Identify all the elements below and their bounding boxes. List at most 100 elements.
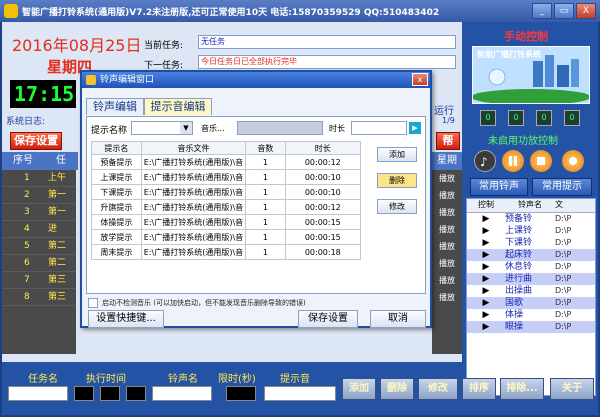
table-row[interactable]: 8 第三 — [2, 289, 76, 306]
col-file: 文 — [555, 200, 563, 209]
table-row[interactable]: 6 第二 — [2, 255, 76, 272]
ring-edit-dialog: 铃声编辑窗口 x 铃声编辑 提示音编辑 提示名称 ▼ 音乐... 时长 ▶ 提示… — [80, 70, 432, 328]
play-icon[interactable]: ▶ — [467, 249, 505, 261]
add-task-button[interactable]: 添加 — [342, 378, 376, 400]
list-item[interactable]: ▶ 进行曲 D:\P — [467, 273, 595, 285]
svg-text:♪: ♪ — [480, 155, 488, 169]
dialog-add-button[interactable]: 添加 — [377, 147, 417, 162]
tip-table: 提示名 音乐文件 音数 时长 预备提示 E:\广播打铃系统(通用版)\音 1 00:0… — [91, 141, 362, 260]
skip-music-check-label: 启动不检测音乐 (可以加快启动，但不能发现音乐删除导致的错误) — [102, 299, 306, 307]
grid-header-weekday: 星期 — [432, 152, 462, 170]
play-icon[interactable]: ▶ — [467, 309, 505, 321]
music-icon-button[interactable]: ♪ — [474, 150, 496, 172]
play-preview-icon[interactable]: ▶ — [409, 122, 421, 134]
set-shortcut-button[interactable]: 设置快捷键... — [88, 310, 164, 328]
help-red-button[interactable]: 帮 — [436, 132, 460, 150]
weekday-cell: 播放 — [439, 242, 455, 251]
modify-task-button[interactable]: 修改 — [418, 378, 458, 400]
dialog-cancel-button[interactable]: 取消 — [370, 310, 426, 328]
task-grid: 1 上午 2 第一 3 第一 4进 5 第二 6 第二 7 第三 8 第三 — [2, 170, 76, 354]
second-input[interactable] — [126, 386, 146, 401]
dialog-title: 铃声编辑窗口 — [100, 75, 155, 85]
skip-music-check-checkbox[interactable] — [88, 298, 98, 308]
tip-sound-select[interactable] — [264, 386, 336, 401]
play-icon[interactable]: ▶ — [467, 273, 505, 285]
sort-button[interactable]: 排序 — [462, 378, 496, 400]
list-item[interactable]: ▶ 起床铃 D:\P — [467, 249, 595, 261]
about-button[interactable]: 关于 — [550, 378, 594, 400]
table-row[interactable]: 上课提示 E:\广播打铃系统(通用版)\音 1 00:00:10 — [91, 169, 362, 185]
save-settings-red-button[interactable]: 保存设置 — [10, 132, 62, 150]
exclude-button[interactable]: 排除... — [500, 378, 544, 400]
col-ring-name: 铃声名 — [518, 200, 542, 209]
col-control: 控制 — [478, 200, 494, 209]
tip-sound-label: 提示音 — [280, 374, 310, 385]
list-item[interactable]: ▶ 出操曲 D:\P — [467, 285, 595, 297]
page-indicator: 1/9 — [442, 116, 455, 125]
col-duration: 时长 — [284, 141, 362, 155]
restore-button[interactable]: ▭ — [554, 3, 574, 19]
table-row[interactable]: 预备提示 E:\广播打铃系统(通用版)\音 1 00:00:12 — [91, 154, 362, 170]
minute-input[interactable] — [100, 386, 120, 401]
play-icon[interactable]: ▶ — [467, 225, 505, 237]
weekday-cell: 播放 — [439, 191, 455, 200]
table-row[interactable]: 3 第一 — [2, 204, 76, 221]
table-row[interactable]: 2 第一 — [2, 187, 76, 204]
common-ring-button[interactable]: 常用铃声 — [470, 178, 528, 196]
hour-input[interactable] — [74, 386, 94, 401]
list-item[interactable]: ▶ 休息铃 D:\P — [467, 261, 595, 273]
list-item[interactable]: ▶ 体操 D:\P — [467, 309, 595, 321]
list-item[interactable]: ▶ 国歌 D:\P — [467, 297, 595, 309]
play-icon[interactable]: ▶ — [467, 285, 505, 297]
task-name-input[interactable] — [8, 386, 68, 401]
list-item[interactable]: ▶ 下课铃 D:\P — [467, 237, 595, 249]
common-tip-button[interactable]: 常用提示 — [532, 178, 592, 196]
table-row[interactable]: 下课提示 E:\广播打铃系统(通用版)\音 1 00:00:10 — [91, 184, 362, 200]
table-row[interactable]: 1 上午 — [2, 170, 76, 187]
duration-input[interactable] — [351, 121, 407, 135]
list-item[interactable]: ▶ 上课铃 D:\P — [467, 225, 595, 237]
table-row[interactable]: 4进 — [2, 221, 76, 238]
tab-tip-edit[interactable]: 提示音编辑 — [144, 98, 212, 115]
table-row[interactable]: 7 第三 — [2, 272, 76, 289]
dialog-icon — [86, 75, 96, 85]
col-tip-name: 提示名 — [91, 141, 142, 155]
dialog-modify-button[interactable]: 修改 — [377, 199, 417, 214]
app-titlebar: 智能广播打铃系统(通用版)V7.2未注册版,还可正常使用10天 电话:15870… — [0, 0, 600, 22]
table-row[interactable]: 周末提示 E:\广播打铃系统(通用版)\音 1 00:00:18 — [91, 244, 362, 260]
table-row[interactable]: 升旗提示 E:\广播打铃系统(通用版)\音 1 00:00:12 — [91, 199, 362, 215]
current-task-value: 无任务 — [198, 35, 456, 49]
table-row[interactable]: 放学提示 E:\广播打铃系统(通用版)\音 1 00:00:15 — [91, 229, 362, 245]
weekday-cell: 播放 — [439, 293, 455, 302]
app-title: 智能广播打铃系统(通用版)V7.2未注册版,还可正常使用10天 电话:15870… — [22, 7, 440, 18]
music-label: 音乐... — [201, 124, 225, 133]
table-row[interactable]: 5 第二 — [2, 238, 76, 255]
list-item[interactable]: ▶ 眼操 D:\P — [467, 321, 595, 333]
delete-task-button[interactable]: 删除 — [380, 378, 414, 400]
ring-name-select[interactable] — [152, 386, 212, 401]
tip-name-select[interactable]: ▼ — [131, 121, 193, 135]
music-file-input[interactable] — [237, 121, 323, 135]
ring-name-label: 铃声名 — [168, 374, 198, 385]
time-limit-input[interactable] — [226, 386, 256, 401]
clock-display: 17:15 — [10, 80, 76, 108]
pause-icon-button[interactable] — [502, 150, 524, 172]
dialog-delete-button[interactable]: 删除 — [377, 173, 417, 188]
weekday-column: 播放 播放 播放 播放 播放 播放 播放 播放 — [432, 170, 462, 354]
play-icon[interactable]: ▶ — [467, 261, 505, 273]
play-icon[interactable]: ▶ — [467, 297, 505, 309]
dialog-save-button[interactable]: 保存设置 — [298, 310, 358, 328]
tab-ring-edit[interactable]: 铃声编辑 — [86, 98, 144, 115]
play-icon[interactable]: ▶ — [467, 321, 505, 333]
stop-icon-button[interactable] — [530, 150, 552, 172]
play-icon[interactable]: ▶ — [467, 237, 505, 249]
close-button[interactable]: X — [576, 3, 596, 19]
list-item[interactable]: ▶ 预备铃 D:\P — [467, 213, 595, 225]
table-row[interactable]: 体操提示 E:\广播打铃系统(通用版)\音 1 00:00:15 — [91, 214, 362, 230]
chevron-down-icon[interactable]: ▼ — [180, 122, 192, 134]
tip-edit-panel: 提示名称 ▼ 音乐... 时长 ▶ 提示名 音乐文件 音数 时长 预备提示 E:\… — [86, 116, 426, 294]
record-icon-button[interactable] — [562, 150, 584, 172]
dialog-close-button[interactable]: x — [412, 73, 428, 86]
minimize-button[interactable]: _ — [532, 3, 552, 19]
play-icon[interactable]: ▶ — [467, 213, 505, 225]
